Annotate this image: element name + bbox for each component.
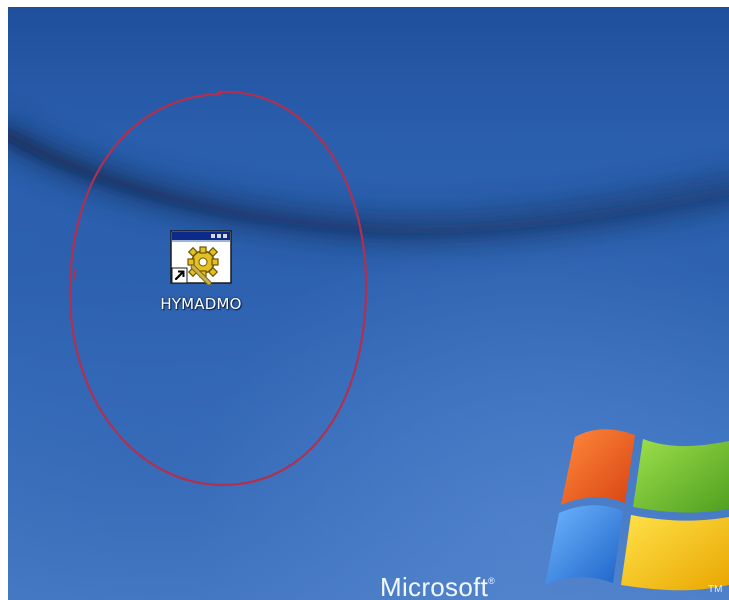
desktop-icon-hymadmo[interactable]: HYMADMO — [146, 229, 256, 314]
desktop-icon-label: HYMADMO — [160, 295, 242, 313]
microsoft-wordmark: Microsoft® — [380, 572, 495, 600]
microsoft-text: Microsoft — [380, 572, 489, 600]
logo-red-pane — [561, 429, 635, 505]
logo-yellow-pane — [621, 515, 729, 591]
logo-blue-pane — [545, 505, 623, 585]
shortcut-arrow-overlay — [171, 267, 188, 284]
windows-logo — [545, 429, 729, 591]
registered-mark: ® — [488, 576, 496, 586]
desktop-background[interactable]: Microsoft® TM HYMADMO — [8, 7, 729, 600]
application-gear-shortcut-icon — [170, 230, 232, 285]
logo-green-pane — [633, 439, 729, 513]
trademark-text: TM — [708, 584, 723, 595]
